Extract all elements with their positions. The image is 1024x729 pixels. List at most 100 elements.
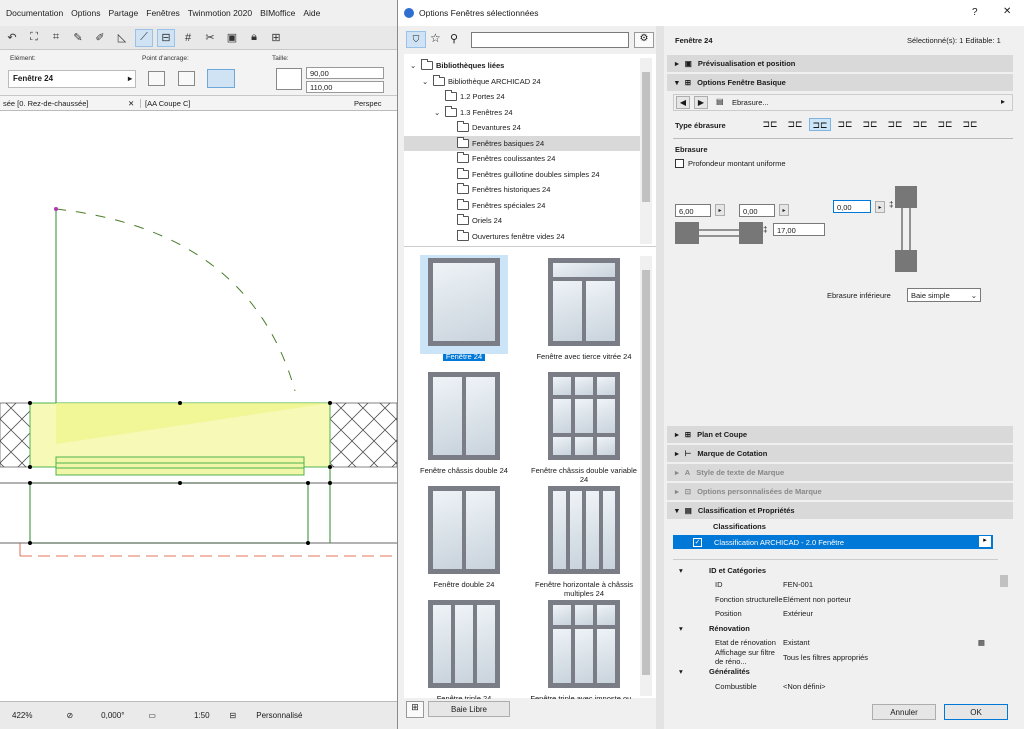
menu-item[interactable]: BIMoffice — [260, 8, 295, 18]
element-selector[interactable]: Fenêtre 24 ▸ — [8, 70, 136, 88]
property-row[interactable]: Affichage sur filtre de réno... Tous les … — [673, 648, 995, 666]
property-value[interactable]: Extérieur — [783, 609, 813, 618]
cancel-button[interactable]: Annuler — [872, 704, 936, 720]
pen-icon[interactable]: ✎ — [69, 29, 87, 47]
section-plan[interactable]: ▸ ⊞ Plan et Coupe — [667, 426, 1013, 443]
ebrasure-type-option[interactable]: ⊐⊏ — [834, 118, 856, 131]
property-value[interactable]: Existant — [783, 638, 810, 647]
ebrasure-field-2[interactable]: 0,00 — [739, 204, 775, 217]
next-page-button[interactable]: ▶ — [694, 96, 708, 109]
stepper-2[interactable]: ▸ — [779, 204, 789, 216]
width-field[interactable]: 90,00 — [306, 67, 384, 79]
menu-item[interactable]: Fenêtres — [146, 8, 180, 18]
section-preview[interactable]: ▸ ▣ Prévisualisation et position — [667, 55, 1013, 72]
menu-item[interactable]: Documentation — [6, 8, 63, 18]
section-custom-marker[interactable]: ▸ ⊡ Options personnalisées de Marque — [667, 483, 1013, 500]
checkbox[interactable] — [675, 159, 684, 168]
tree-view-icon[interactable]: ⛉ — [406, 31, 426, 48]
ebrasure-type-option[interactable]: ⊐⊏ — [809, 118, 831, 131]
properties-scrollbar[interactable] — [999, 563, 1009, 685]
anchor-center-button[interactable] — [178, 71, 195, 86]
anchor-right-button[interactable] — [207, 69, 235, 88]
property-value[interactable]: FEN-001 — [783, 580, 813, 589]
library-object[interactable]: Fenêtre double 24 — [404, 486, 524, 589]
tree-scrollbar[interactable] — [640, 58, 652, 244]
library-object[interactable]: Fenêtre châssis double 24 — [404, 372, 524, 475]
height-field[interactable]: 110,00 — [306, 81, 384, 93]
library-object[interactable]: Fenêtre 24 — [404, 255, 524, 361]
section-basic[interactable]: ▾ ⊞ Options Fenêtre Basique — [667, 74, 1013, 91]
tree-item[interactable]: ⌄ 1.3 Fenêtres 24 — [404, 105, 640, 121]
tab-floor-plan[interactable]: sée [0. Rez-de-chaussée] — [0, 99, 128, 108]
lock-icon[interactable]: 🔒︎ — [245, 29, 263, 47]
uniform-depth-checkbox[interactable]: Profondeur montant uniforme — [675, 159, 786, 168]
library-object[interactable]: Fenêtre triple 24 — [404, 600, 524, 699]
grid-icon[interactable]: # — [179, 29, 197, 47]
property-row[interactable]: ▾ Rénovation — [673, 621, 995, 636]
property-row[interactable]: Fonction structurelle Elément non porteur — [673, 592, 995, 607]
brush-icon[interactable]: ✂ — [201, 29, 219, 47]
close-icon[interactable]: ✕ — [128, 99, 140, 108]
anchor-left-button[interactable] — [148, 71, 165, 86]
tree-item[interactable]: Oriels 24 — [404, 213, 640, 229]
select-icon[interactable]: ⛶ — [25, 29, 43, 47]
zoom-value[interactable]: 422% — [12, 711, 32, 720]
property-row[interactable]: Position Extérieur — [673, 607, 995, 622]
library-object[interactable]: Fenêtre châssis double variable 24 — [524, 372, 644, 484]
chevron-right-icon[interactable]: ▸ — [979, 536, 991, 547]
tree-item[interactable]: 1.2 Portes 24 — [404, 89, 640, 105]
drawing-canvas[interactable] — [0, 111, 397, 701]
tree-item[interactable]: Ouvertures fenêtre vides 24 — [404, 229, 640, 245]
properties-scrollbar-thumb[interactable] — [1000, 575, 1008, 587]
renovation-icon[interactable]: ▦ — [978, 638, 985, 647]
angle-value[interactable]: 0,000° — [101, 711, 124, 720]
tree-item[interactable]: Fenêtres guillotine doubles simples 24 — [404, 167, 640, 183]
property-row[interactable]: ▾ ID et Catégories — [673, 563, 995, 578]
tree-scrollbar-thumb[interactable] — [642, 72, 650, 202]
help-button[interactable]: ? — [972, 7, 978, 18]
tab-section[interactable]: [AA Coupe C] — [140, 98, 350, 108]
stepper-1[interactable]: ▸ — [715, 204, 725, 216]
chevron-down-icon[interactable]: ▾ — [673, 667, 709, 676]
favorites-star-icon[interactable]: ☆ — [430, 31, 441, 45]
check-icon[interactable]: ✓ — [693, 537, 702, 547]
section-classification[interactable]: ▾ ▤ Classification et Propriétés — [667, 502, 1013, 519]
menu-item[interactable]: Twinmotion 2020 — [188, 8, 252, 18]
library-object[interactable]: Fenêtre triple avec imposte ou... — [524, 600, 644, 699]
scale-value[interactable]: 1:50 — [194, 711, 210, 720]
tree-item[interactable]: Devantures 24 — [404, 120, 640, 136]
search-icon[interactable]: ⚲ — [450, 32, 458, 45]
chevron-down-icon[interactable]: ▾ — [673, 566, 709, 575]
ebrasure-type-option[interactable]: ⊐⊏ — [884, 118, 906, 131]
ebrasure-field-4[interactable]: 17,00 — [773, 223, 825, 236]
prev-page-button[interactable]: ◀ — [676, 96, 690, 109]
panel-splitter[interactable] — [656, 26, 664, 729]
tree-item[interactable]: Fenêtres historiques 24 — [404, 182, 640, 198]
tree-item[interactable]: Fenêtres basiques 24 — [404, 135, 640, 151]
mode-value[interactable]: Personnalisé — [256, 711, 302, 720]
ebrasure-type-option[interactable]: ⊐⊏ — [784, 118, 806, 131]
property-value[interactable]: Tous les filtres appropriés — [783, 653, 868, 662]
ebrasure-type-option[interactable]: ⊐⊏ — [909, 118, 931, 131]
library-object[interactable]: Fenêtre avec tierce vitrée 24 — [524, 258, 644, 361]
menu-item[interactable]: Partage — [108, 8, 138, 18]
tree-item[interactable]: Fenêtres coulissantes 24 — [404, 151, 640, 167]
guide-icon[interactable]: ⊟ — [157, 28, 175, 47]
chevron-down-icon[interactable]: ▾ — [673, 624, 709, 633]
ebrasure-type-option[interactable]: ⊐⊏ — [934, 118, 956, 131]
marquee-icon[interactable]: ⌗ — [47, 29, 65, 47]
library-settings-gear-icon[interactable]: ⚙ — [634, 32, 654, 48]
menu-item[interactable]: Options — [71, 8, 100, 18]
section-text-style[interactable]: ▸ A Style de texte de Marque — [667, 464, 1013, 481]
library-search-input[interactable] — [471, 32, 629, 48]
ebrasure-type-option[interactable]: ⊐⊏ — [959, 118, 981, 131]
ebrasure-field-3[interactable]: 0,00 — [833, 200, 871, 213]
ebrasure-type-option[interactable]: ⊐⊏ — [859, 118, 881, 131]
property-row[interactable]: ▾ Généralités — [673, 665, 995, 680]
chevron-down-icon[interactable]: ⌄ — [434, 108, 442, 117]
chevron-down-icon[interactable]: ⌄ — [422, 77, 430, 86]
close-button[interactable]: ✕ — [1003, 6, 1011, 17]
triangle-icon[interactable]: ◺ — [113, 29, 131, 47]
undo-icon[interactable]: ↶ — [3, 29, 21, 47]
pencil-icon[interactable]: ✐ — [91, 29, 109, 47]
